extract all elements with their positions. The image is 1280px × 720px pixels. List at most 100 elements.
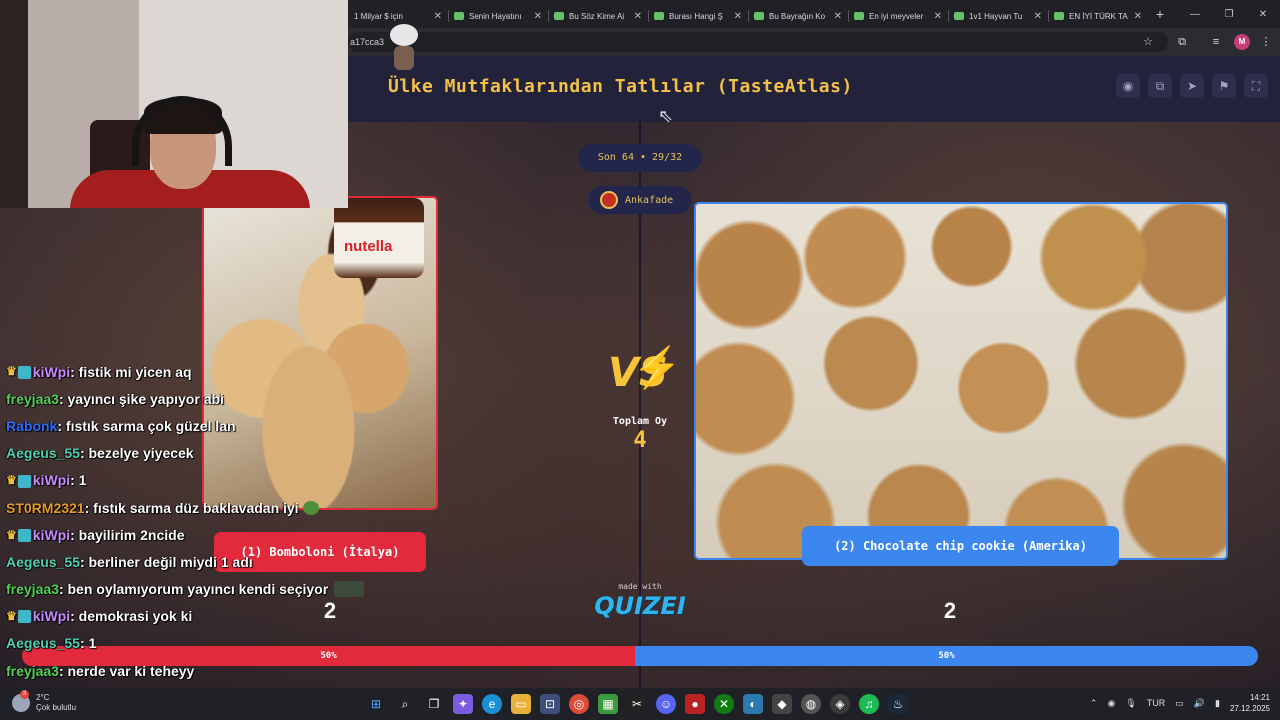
chrome-icon[interactable]: ◎ [569, 694, 589, 714]
send-icon[interactable]: ➤ [1180, 74, 1204, 98]
file-explorer-icon[interactable]: ▭ [511, 694, 531, 714]
chat-text: 1 [78, 472, 87, 489]
tab-favicon-icon [954, 12, 964, 20]
cloud-icon: 3 [12, 690, 30, 712]
capcut-icon[interactable]: ✂ [627, 694, 647, 714]
total-votes-value: 4 [633, 428, 647, 453]
chat-message: freyjaa3: ben oylamıyorum yayıncı kendi … [6, 576, 426, 603]
close-window-icon[interactable]: ✕ [1246, 9, 1280, 20]
network-icon[interactable]: ▭ [1175, 698, 1184, 709]
more-menu-icon[interactable]: ⋮ [1258, 34, 1274, 50]
start-icon[interactable]: ⊞ [366, 694, 386, 714]
tab-close-icon[interactable]: ✕ [834, 11, 842, 22]
stream-chat: ♛ kiWpi: fistik mi yicen aq freyjaa3: yayı… [6, 358, 426, 684]
tab-label: 1 Milyar $ için [354, 11, 403, 21]
total-votes-label: Toplam Oy [612, 416, 668, 427]
tab-close-icon[interactable]: ✕ [934, 11, 942, 22]
option-right-image[interactable] [694, 202, 1228, 560]
chat-message: ♛ kiWpi: fistik mi yicen aq [6, 358, 426, 385]
browser-tab[interactable]: En iyi meyveler ✕ [848, 4, 948, 28]
app-icon[interactable]: ◐ [743, 694, 763, 714]
chat-username[interactable]: kiWpi [33, 364, 70, 380]
chat-colon: : [84, 499, 94, 516]
new-tab-icon[interactable]: + [1148, 6, 1172, 22]
obs-icon[interactable]: ● [685, 694, 705, 714]
search-icon[interactable]: ⌕ [395, 694, 415, 714]
steam-icon[interactable]: ♨ [888, 694, 908, 714]
restore-icon[interactable]: ❐ [1212, 9, 1246, 20]
tab-close-icon[interactable]: ✕ [734, 11, 742, 22]
reading-list-icon[interactable]: ≡ [1208, 34, 1224, 50]
chat-username[interactable]: Aegeus_55 [6, 635, 80, 651]
lightning-bolt-icon: ⚡ [632, 346, 682, 390]
chat-username[interactable]: kiWpi [33, 608, 70, 624]
weather-badge: 3 [20, 690, 29, 699]
chevron-up-icon[interactable]: ⌃ [1090, 698, 1098, 709]
creator-badge[interactable]: Ankafade [588, 186, 692, 214]
tab-close-icon[interactable]: ✕ [534, 11, 542, 22]
tab-label: Bu Söz Kime Ai [569, 11, 625, 21]
eye-icon[interactable]: ◉ [1116, 74, 1140, 98]
chat-username[interactable]: kiWpi [33, 527, 70, 543]
microphone-icon[interactable]: 🎙 [1125, 698, 1136, 709]
app-icon[interactable]: ◍ [801, 694, 821, 714]
chat-username[interactable]: ST0RM2321 [6, 500, 85, 516]
xbox-icon[interactable]: ✕ [714, 694, 734, 714]
extensions-icon[interactable]: ⧉ [1174, 34, 1190, 50]
browser-tab[interactable]: Burası Hangi Ş ✕ [648, 4, 748, 28]
language-indicator[interactable]: TUR [1147, 698, 1166, 708]
chat-colon: : [79, 553, 89, 570]
chat-username[interactable]: Aegeus_55 [6, 445, 80, 461]
browser-tab[interactable]: Senin Hayatını ✕ [448, 4, 548, 28]
chat-colon: : [70, 608, 79, 625]
chat-username[interactable]: Rabonk [6, 418, 57, 434]
system-tray: ⌃ ◉ 🎙 TUR ▭ 🔊 ▮ 14:21 27.12.2025 [1090, 692, 1270, 714]
chat-username[interactable]: kiWpi [33, 472, 70, 488]
app-icon[interactable]: ◆ [772, 694, 792, 714]
discord-icon[interactable]: ☺ [656, 694, 676, 714]
weather-widget[interactable]: 3 2°C Çok bulutlu [12, 690, 76, 713]
tab-close-icon[interactable]: ✕ [634, 11, 642, 22]
task-view-icon[interactable]: ❐ [424, 694, 444, 714]
chat-username[interactable]: freyjaa3 [6, 391, 59, 407]
minecraft-icon[interactable]: ▦ [598, 694, 618, 714]
tab-close-icon[interactable]: ✕ [1134, 11, 1142, 22]
tray-app-icon[interactable]: ◉ [1107, 698, 1115, 709]
chat-text: nerde var ki teheyy [67, 662, 195, 679]
minimize-icon[interactable]: — [1178, 9, 1212, 20]
url-field[interactable]: a17cca3 [348, 32, 1168, 52]
chat-colon: : [58, 662, 68, 679]
browser-tab[interactable]: Bu Söz Kime Ai ✕ [548, 4, 648, 28]
profile-avatar[interactable]: M [1234, 34, 1250, 50]
crown-badge-icon: ♛ [6, 528, 31, 542]
option-right-button[interactable]: (2) Chocolate chip cookie (Amerika) [802, 526, 1119, 566]
store-icon[interactable]: ⊡ [540, 694, 560, 714]
browser-tab[interactable]: Bu Bayrağın Ko ✕ [748, 4, 848, 28]
browser-tab[interactable]: 1v1 Hayvan Tu ✕ [948, 4, 1048, 28]
crown-badge-icon: ♛ [6, 364, 31, 379]
chat-username[interactable]: freyjaa3 [6, 581, 59, 597]
volume-icon[interactable]: 🔊 [1194, 698, 1205, 709]
tab-close-icon[interactable]: ✕ [1034, 11, 1042, 22]
tab-close-icon[interactable]: ✕ [434, 11, 442, 22]
battery-icon[interactable]: ▮ [1215, 698, 1220, 709]
chat-username[interactable]: Aegeus_55 [6, 554, 80, 570]
weather-temp: 2°C [36, 693, 50, 702]
time: 14:21 [1249, 693, 1270, 702]
chat-message: ♛ kiWpi: 1 [6, 467, 426, 494]
copilot-icon[interactable]: ✦ [453, 694, 473, 714]
flag-icon[interactable]: ⚑ [1212, 74, 1236, 98]
bookmark-star-icon[interactable]: ☆ [1140, 34, 1156, 50]
chat-text: bayilirim 2ncide [78, 526, 185, 543]
spotify-icon[interactable]: ♫ [859, 694, 879, 714]
edge-icon[interactable]: e [482, 694, 502, 714]
app-icon[interactable]: ◈ [830, 694, 850, 714]
fullscreen-icon[interactable]: ⛶ [1244, 74, 1268, 98]
chat-text: fistik mi yicen aq [78, 363, 192, 380]
clock[interactable]: 14:21 27.12.2025 [1230, 692, 1270, 714]
copy-icon[interactable]: ⧉ [1148, 74, 1172, 98]
quizei-logo[interactable]: QUIZEI [594, 592, 686, 620]
chat-message: Aegeus_55: 1 [6, 630, 426, 657]
browser-tab[interactable]: EN İYİ TÜRK TA ✕ [1048, 4, 1148, 28]
chat-username[interactable]: freyjaa3 [6, 663, 59, 679]
